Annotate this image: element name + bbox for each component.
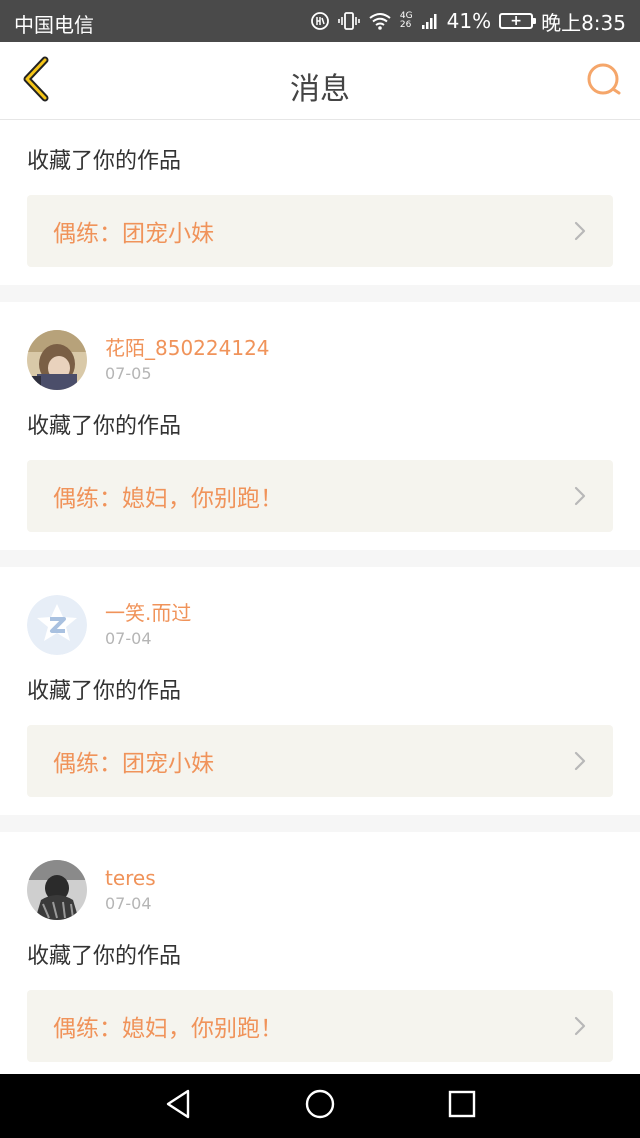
work-title: 偶练：媳妇，你别跑！ bbox=[53, 1016, 283, 1042]
message-card: 收藏了你的作品 偶练：团宠小妹 bbox=[0, 121, 640, 285]
avatar[interactable] bbox=[27, 595, 87, 655]
nav-home-button[interactable] bbox=[298, 1086, 342, 1126]
circle-home-icon bbox=[304, 1088, 336, 1124]
avatar[interactable] bbox=[27, 860, 87, 920]
username[interactable]: teres bbox=[105, 865, 156, 891]
clock-label: 晚上8:35 bbox=[541, 10, 626, 35]
square-recents-icon bbox=[447, 1089, 477, 1123]
work-link[interactable]: 偶练：媳妇，你别跑！ bbox=[27, 460, 613, 532]
message-date: 07-05 bbox=[105, 364, 152, 383]
username[interactable]: 花陌_850224124 bbox=[105, 335, 270, 361]
network-type-label: 4G 26 bbox=[400, 12, 413, 30]
chevron-right-icon bbox=[573, 485, 587, 507]
user-meta: teres 07-04 bbox=[105, 865, 156, 915]
search-button[interactable] bbox=[582, 60, 626, 104]
user-meta: 花陌_850224124 07-05 bbox=[105, 335, 270, 385]
vibrate-icon bbox=[338, 11, 360, 31]
user-row: 一笑.而过 07-04 bbox=[27, 595, 613, 655]
nav-recents-button[interactable] bbox=[440, 1086, 484, 1126]
work-link[interactable]: 偶练：团宠小妹 bbox=[27, 195, 613, 267]
username[interactable]: 一笑.而过 bbox=[105, 600, 191, 626]
carrier-label: 中国电信 bbox=[14, 13, 94, 37]
message-action: 收藏了你的作品 bbox=[27, 679, 182, 704]
work-title: 偶练：媳妇，你别跑！ bbox=[53, 486, 283, 512]
search-icon bbox=[585, 61, 623, 103]
hd-call-icon bbox=[310, 11, 330, 31]
page-title: 消息 bbox=[290, 72, 350, 107]
message-action: 收藏了你的作品 bbox=[27, 944, 182, 969]
chevron-right-icon bbox=[573, 220, 587, 242]
work-title: 偶练：团宠小妹 bbox=[53, 751, 214, 777]
chevron-left-icon bbox=[19, 56, 53, 106]
app-header: 消息 bbox=[0, 42, 640, 120]
status-bar: 中国电信 4G 26 41% + 晚上8:35 bbox=[0, 0, 640, 42]
chevron-right-icon bbox=[573, 1015, 587, 1037]
message-date: 07-04 bbox=[105, 629, 152, 648]
wifi-icon bbox=[368, 11, 392, 31]
message-action: 收藏了你的作品 bbox=[27, 414, 182, 439]
triangle-back-icon bbox=[163, 1088, 193, 1124]
battery-percent: 41% bbox=[446, 9, 492, 33]
message-list[interactable]: 收藏了你的作品 偶练：团宠小妹 花陌_850224124 07-05 收藏了你的… bbox=[0, 121, 640, 1074]
avatar[interactable] bbox=[27, 330, 87, 390]
status-icons: 4G 26 41% + 晚上8:35 bbox=[310, 8, 626, 35]
back-button[interactable] bbox=[12, 56, 60, 106]
battery-charging-icon: + bbox=[499, 13, 537, 29]
message-card: teres 07-04 收藏了你的作品 偶练：媳妇，你别跑！ bbox=[0, 832, 640, 1074]
user-row: teres 07-04 bbox=[27, 860, 613, 920]
network-sub: 26 bbox=[399, 20, 412, 30]
chevron-right-icon bbox=[573, 750, 587, 772]
message-action: 收藏了你的作品 bbox=[27, 149, 182, 174]
user-meta: 一笑.而过 07-04 bbox=[105, 600, 191, 650]
message-card: 花陌_850224124 07-05 收藏了你的作品 偶练：媳妇，你别跑！ bbox=[0, 302, 640, 550]
message-date: 07-04 bbox=[105, 894, 152, 913]
work-title: 偶练：团宠小妹 bbox=[53, 221, 214, 247]
system-nav-bar bbox=[0, 1074, 640, 1138]
signal-icon bbox=[421, 11, 439, 31]
nav-back-button[interactable] bbox=[156, 1086, 200, 1126]
message-card: 一笑.而过 07-04 收藏了你的作品 偶练：团宠小妹 bbox=[0, 567, 640, 815]
work-link[interactable]: 偶练：媳妇，你别跑！ bbox=[27, 990, 613, 1062]
user-row: 花陌_850224124 07-05 bbox=[27, 330, 613, 390]
work-link[interactable]: 偶练：团宠小妹 bbox=[27, 725, 613, 797]
